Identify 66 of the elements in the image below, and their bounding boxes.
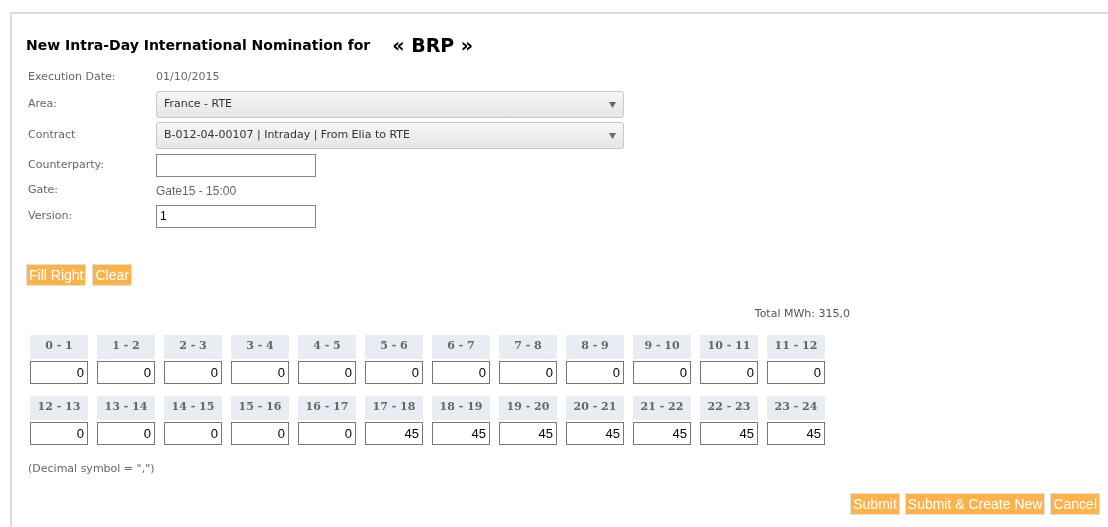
hour-header: 23 - 24 bbox=[767, 395, 825, 420]
hour-header: 21 - 22 bbox=[633, 395, 691, 420]
hour-header: 12 - 13 bbox=[30, 395, 88, 420]
dropdown[interactable]: France - RTE bbox=[156, 91, 624, 118]
decimal-note: (Decimal symbol = ",") bbox=[28, 461, 155, 475]
hour-input[interactable]: 0 bbox=[97, 421, 155, 445]
hour-header: 2 - 3 bbox=[164, 334, 222, 359]
hour-input[interactable]: 0 bbox=[298, 360, 356, 384]
hour-header: 8 - 9 bbox=[566, 334, 624, 359]
hour-input[interactable]: 0 bbox=[566, 360, 624, 384]
hour-header: 15 - 16 bbox=[231, 395, 289, 420]
dropdown[interactable]: B-012-04-00107 | Intraday | From Elia to RTE bbox=[156, 122, 624, 149]
hour-header: 3 - 4 bbox=[231, 334, 289, 359]
hour-input[interactable]: 0 bbox=[298, 421, 356, 445]
hour-header: 10 - 11 bbox=[700, 334, 758, 359]
hour-header: 7 - 8 bbox=[499, 334, 557, 359]
hour-input[interactable]: 0 bbox=[231, 360, 289, 384]
hour-header: 13 - 14 bbox=[97, 395, 155, 420]
total-mwh: Total MWh: 315,0 bbox=[754, 306, 850, 322]
hour-input[interactable]: 45 bbox=[566, 421, 624, 445]
hour-input[interactable]: 0 bbox=[231, 421, 289, 445]
field-label: Contract bbox=[28, 127, 77, 144]
form-title: New Intra-Day International Nomination for bbox=[26, 35, 371, 55]
hour-header: 19 - 20 bbox=[499, 395, 557, 420]
caret-icon bbox=[609, 101, 616, 108]
input-field[interactable]: 1 bbox=[156, 204, 316, 228]
field-label: Area: bbox=[28, 96, 59, 113]
hour-header: 20 - 21 bbox=[566, 395, 624, 420]
hour-input[interactable]: 0 bbox=[30, 360, 88, 384]
hour-header: 17 - 18 bbox=[365, 395, 423, 420]
field-label: Execution Date: bbox=[28, 69, 117, 86]
hour-header: 11 - 12 bbox=[767, 334, 825, 359]
hour-input[interactable]: 45 bbox=[700, 421, 758, 445]
hour-header: 0 - 1 bbox=[30, 334, 88, 359]
hour-input[interactable]: 0 bbox=[164, 360, 222, 384]
hour-header: 22 - 23 bbox=[700, 395, 758, 420]
hour-input[interactable]: 0 bbox=[499, 360, 557, 384]
caret-icon bbox=[609, 132, 616, 139]
field-value: Gate15 - 15:00 bbox=[156, 182, 237, 200]
hour-header: 6 - 7 bbox=[432, 334, 490, 359]
subject-title: « BRP » bbox=[392, 32, 474, 58]
hour-input[interactable]: 45 bbox=[767, 421, 825, 445]
hour-input[interactable]: 45 bbox=[499, 421, 557, 445]
hour-input[interactable]: 0 bbox=[700, 360, 758, 384]
hour-header: 14 - 15 bbox=[164, 395, 222, 420]
field-value: 01/10/2015 bbox=[156, 69, 220, 86]
hour-input[interactable]: 0 bbox=[767, 360, 825, 384]
hour-header: 1 - 2 bbox=[97, 334, 155, 359]
hour-input[interactable]: 45 bbox=[365, 421, 423, 445]
hour-header: 5 - 6 bbox=[365, 334, 423, 359]
hour-input[interactable]: 0 bbox=[633, 360, 691, 384]
hour-input[interactable]: 0 bbox=[30, 421, 88, 445]
hour-input[interactable]: 0 bbox=[365, 360, 423, 384]
hour-header: 4 - 5 bbox=[298, 334, 356, 359]
hour-input[interactable]: 45 bbox=[633, 421, 691, 445]
hour-header: 18 - 19 bbox=[432, 395, 490, 420]
hour-input[interactable]: 0 bbox=[432, 360, 490, 384]
hour-input[interactable]: 45 bbox=[432, 421, 490, 445]
field-label: Version: bbox=[28, 207, 74, 224]
hour-input[interactable]: 0 bbox=[164, 421, 222, 445]
field-label: Gate: bbox=[28, 182, 60, 199]
input-field[interactable] bbox=[156, 153, 316, 177]
hour-header: 16 - 17 bbox=[298, 395, 356, 420]
hour-input[interactable]: 0 bbox=[97, 360, 155, 384]
hour-header: 9 - 10 bbox=[633, 334, 691, 359]
field-label: Counterparty: bbox=[28, 156, 105, 173]
